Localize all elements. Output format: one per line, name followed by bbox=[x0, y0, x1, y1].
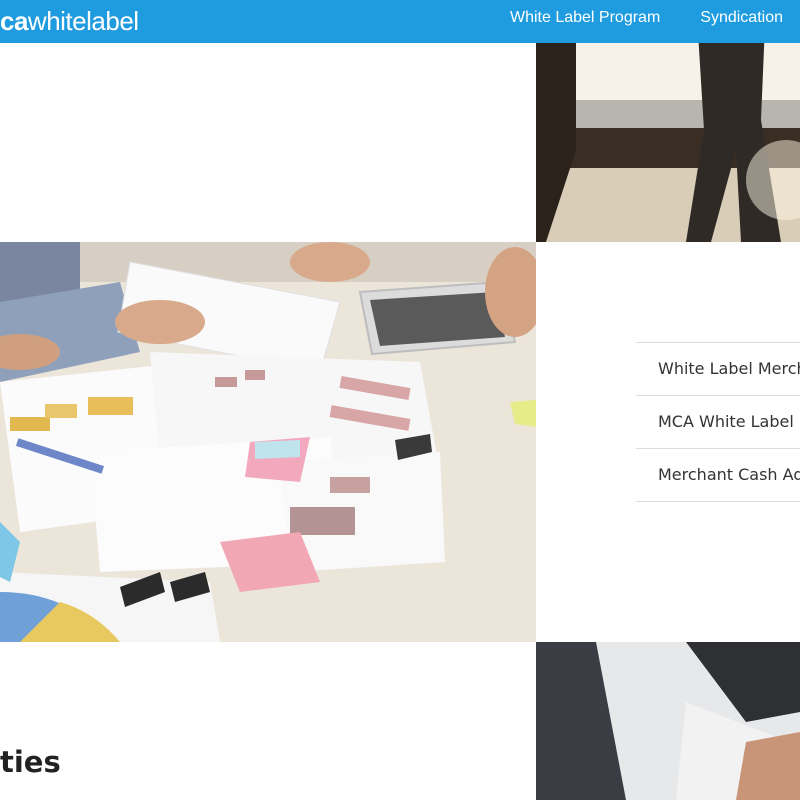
desk-photo bbox=[0, 242, 536, 642]
handshake-photo bbox=[536, 642, 800, 800]
logo-bold-text: ca bbox=[0, 6, 28, 36]
nav-white-label-program[interactable]: White Label Program bbox=[487, 0, 677, 43]
list-item-mca-white-label[interactable]: MCA White Label bbox=[636, 396, 800, 449]
desk-photo-illustration bbox=[0, 242, 536, 642]
handshake-photo-illustration bbox=[536, 642, 800, 800]
nav-syndication[interactable]: Syndication bbox=[677, 0, 800, 43]
logo-light-text: whitelabel bbox=[27, 6, 139, 36]
list-item-white-label-merchant[interactable]: White Label Merch bbox=[636, 343, 800, 396]
links-list: White Label Merch MCA White Label Mercha… bbox=[636, 342, 800, 502]
site-logo[interactable]: cawhitelabel bbox=[0, 3, 139, 39]
list-item-merchant-cash-advance[interactable]: Merchant Cash Ad bbox=[636, 449, 800, 502]
main-nav: White Label Program Syndication bbox=[487, 0, 800, 43]
section-heading: ties bbox=[0, 745, 61, 779]
site-header: cawhitelabel White Label Program Syndica… bbox=[0, 0, 800, 43]
